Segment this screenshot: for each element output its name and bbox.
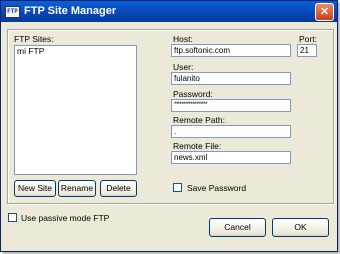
- rename-button[interactable]: Rename: [58, 180, 96, 197]
- password-label: Password:: [173, 89, 213, 99]
- ftp-site-manager-window: FTP FTP Site Manager ✕ FTP Sites: mi FTP…: [0, 0, 338, 252]
- cancel-button[interactable]: Cancel: [209, 218, 266, 237]
- host-label: Host:: [173, 34, 193, 44]
- title-bar[interactable]: FTP FTP Site Manager ✕: [1, 1, 337, 22]
- remote-path-label: Remote Path:: [173, 115, 225, 125]
- user-label: User:: [173, 62, 194, 72]
- new-site-button[interactable]: New Site: [14, 180, 56, 197]
- passive-mode-label: Use passive mode FTP: [21, 213, 110, 223]
- save-password-checkbox[interactable]: [173, 183, 182, 192]
- ok-button[interactable]: OK: [272, 218, 329, 237]
- app-icon: FTP: [5, 6, 20, 18]
- remote-path-field[interactable]: .: [171, 125, 291, 138]
- delete-button[interactable]: Delete: [100, 180, 137, 197]
- save-password-label: Save Password: [187, 183, 247, 193]
- port-field[interactable]: 21: [297, 44, 317, 57]
- user-field[interactable]: fulanito: [171, 72, 291, 85]
- close-button[interactable]: ✕: [315, 3, 334, 21]
- password-field[interactable]: ******************: [171, 99, 291, 112]
- list-item[interactable]: mi FTP: [15, 46, 136, 57]
- remote-file-field[interactable]: news.xml: [171, 151, 291, 164]
- remote-file-label: Remote File:: [173, 141, 222, 151]
- passive-mode-checkbox[interactable]: [8, 213, 17, 222]
- window-title: FTP Site Manager: [24, 5, 117, 17]
- ftp-sites-list[interactable]: mi FTP: [14, 45, 137, 175]
- ftp-sites-label: FTP Sites:: [14, 34, 54, 44]
- host-field[interactable]: ftp.softonic.com: [171, 44, 291, 57]
- port-label: Port:: [299, 34, 317, 44]
